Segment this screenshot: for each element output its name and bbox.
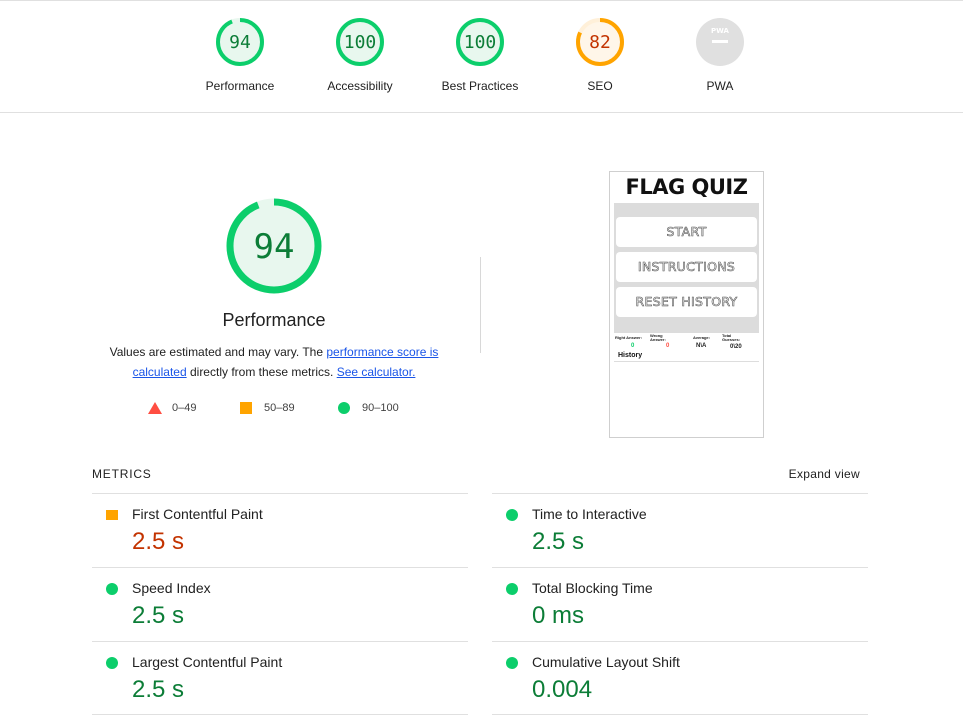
metric-largest-contentful-paint[interactable]: Largest Contentful Paint 2.5 s <box>92 641 468 715</box>
legend-range: 50–89 <box>264 402 295 414</box>
stat-value: 0 <box>666 343 670 349</box>
seo-gauge-ring: 82 <box>576 18 624 66</box>
metric-cumulative-layout-shift[interactable]: Cumulative Layout Shift 0.004 <box>492 641 868 715</box>
metrics-title: METRICS <box>92 467 152 481</box>
category-summary-bar: 94 Performance 100 Accessibility 100 Bes… <box>0 0 963 113</box>
pass-circle-icon <box>338 402 350 414</box>
best-practices-gauge-ring: 100 <box>456 18 504 66</box>
performance-gauge-ring: 94 <box>216 18 264 66</box>
metric-time-to-interactive[interactable]: Time to Interactive 2.5 s <box>492 493 868 567</box>
score-scale-legend: 0–49 50–89 90–100 <box>148 400 408 416</box>
metric-value: 2.5 s <box>132 676 185 703</box>
thumbnail-start-button: START <box>616 217 757 247</box>
average-square-icon <box>240 402 252 414</box>
metric-value: 0.004 <box>532 676 593 703</box>
description-text: Values are estimated and may vary. The <box>109 345 327 359</box>
gauge-label: Performance <box>205 79 275 93</box>
pass-circle-icon <box>506 657 518 669</box>
see-calculator-link[interactable]: See calculator. <box>337 365 416 379</box>
metric-first-contentful-paint[interactable]: First Contentful Paint 2.5 s <box>92 493 468 567</box>
gauge-pwa[interactable]: PWA PWA <box>660 17 780 99</box>
gauge-score: 82 <box>589 32 611 53</box>
gauge-score: 100 <box>464 32 497 53</box>
gauge-score: 94 <box>229 32 251 53</box>
description-text: directly from these metrics. <box>186 365 337 379</box>
stat-value: 0 <box>631 343 635 349</box>
pass-circle-icon <box>106 583 118 595</box>
thumbnail-history-label: History <box>618 352 643 359</box>
performance-score-gauge: 94 <box>226 198 322 294</box>
gauge-performance[interactable]: 94 Performance <box>180 17 300 99</box>
fail-triangle-icon <box>148 402 162 414</box>
gauge-accessibility[interactable]: 100 Accessibility <box>300 17 420 99</box>
metric-name: Cumulative Layout Shift <box>532 654 680 670</box>
pwa-badge-icon: PWA <box>696 18 744 66</box>
metrics-divider <box>92 714 468 715</box>
stat-value: 0\20 <box>730 344 742 350</box>
performance-section: 94 Performance Values are estimated and … <box>92 170 868 440</box>
thumbnail-menu-panel: START INSTRUCTIONS RESET HISTORY <box>614 203 759 333</box>
performance-description: Values are estimated and may vary. The p… <box>102 342 446 382</box>
gauge-label: SEO <box>587 79 613 93</box>
stat-label: Right Answer: <box>615 335 642 340</box>
expand-view-toggle[interactable]: Expand view <box>789 467 860 481</box>
gauge-seo[interactable]: 82 SEO <box>540 17 660 99</box>
performance-title: Performance <box>222 310 326 330</box>
performance-score: 94 <box>254 227 295 267</box>
stat-value: N\A <box>696 343 707 349</box>
legend-range: 90–100 <box>362 402 399 414</box>
pass-circle-icon <box>506 509 518 521</box>
thumbnail-reset-history-button: RESET HISTORY <box>616 287 757 317</box>
metric-name: Speed Index <box>132 580 211 596</box>
metric-total-blocking-time[interactable]: Total Blocking Time 0 ms <box>492 567 868 641</box>
stat-label: Wrong Answer: <box>650 333 666 342</box>
thumbnail-app-title: FLAG QUIZ <box>625 175 748 199</box>
metric-value: 2.5 s <box>132 528 185 555</box>
thumbnail-instructions-button: INSTRUCTIONS <box>616 252 757 282</box>
stat-label: Total Guesses: <box>722 333 741 342</box>
metric-value: 2.5 s <box>132 602 185 629</box>
metrics-divider <box>492 714 868 715</box>
metric-speed-index[interactable]: Speed Index 2.5 s <box>92 567 468 641</box>
average-square-icon <box>106 510 118 520</box>
metric-value: 2.5 s <box>532 528 585 555</box>
metric-name: Largest Contentful Paint <box>132 654 283 670</box>
final-screenshot-thumbnail[interactable]: FLAG QUIZ START INSTRUCTIONS RESET HISTO… <box>609 171 764 438</box>
stat-label: Average: <box>693 335 710 340</box>
metrics-header: METRICS Expand view <box>92 467 868 483</box>
legend-range: 0–49 <box>172 402 197 414</box>
gauge-label: Accessibility <box>327 79 393 93</box>
pwa-badge-text: PWA <box>711 27 730 35</box>
pass-circle-icon <box>106 657 118 669</box>
gauge-best-practices[interactable]: 100 Best Practices <box>420 17 540 99</box>
gauge-score: 100 <box>344 32 377 53</box>
hero-divider <box>480 257 481 353</box>
metric-value: 0 ms <box>532 602 585 629</box>
metric-name: First Contentful Paint <box>132 506 263 522</box>
accessibility-gauge-ring: 100 <box>336 18 384 66</box>
metric-name: Total Blocking Time <box>532 580 653 596</box>
metric-name: Time to Interactive <box>532 506 647 522</box>
pass-circle-icon <box>506 583 518 595</box>
gauge-label: Best Practices <box>441 79 519 93</box>
gauge-label: PWA <box>706 79 734 93</box>
